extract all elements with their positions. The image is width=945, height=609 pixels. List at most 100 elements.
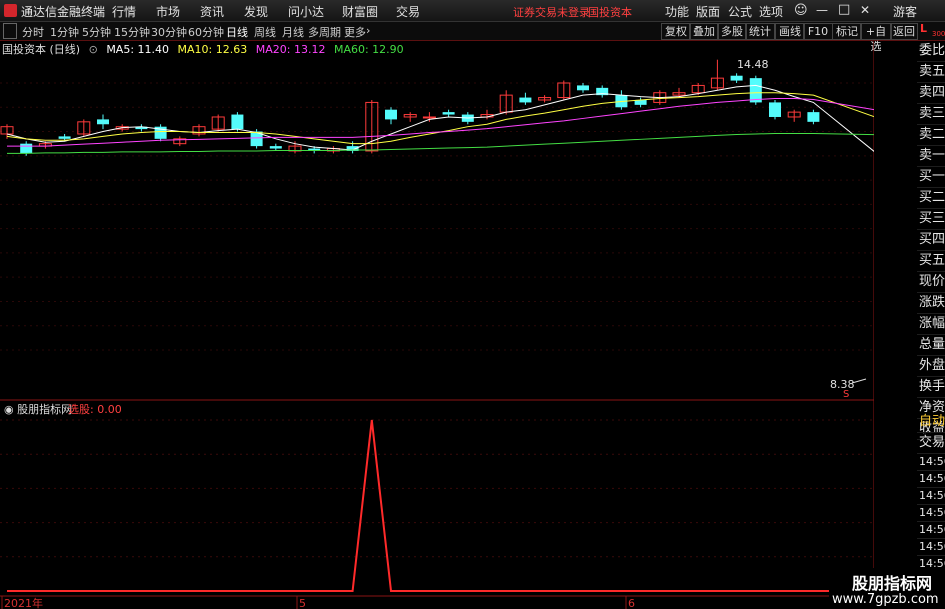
indicator-line — [7, 419, 874, 592]
menu-trade[interactable]: 交易 — [396, 3, 420, 20]
candle-body — [730, 75, 743, 81]
quote-field: 卖五 — [917, 62, 945, 83]
quote-field: 外盘 — [917, 356, 945, 377]
adjust-button[interactable]: 复权 — [661, 23, 691, 40]
trade-field[interactable]: 自动 — [917, 412, 945, 433]
watermark-title: 股朋指标网 — [852, 574, 933, 593]
candle-body — [422, 116, 436, 119]
statistics-button[interactable]: 统计 — [745, 23, 775, 40]
minimize-icon[interactable]: — — [816, 3, 828, 17]
quote-field: 买四 — [917, 230, 945, 251]
period-30min[interactable]: 30分钟 — [151, 24, 187, 40]
ma60-line — [7, 132, 874, 154]
maximize-icon[interactable]: □ — [838, 2, 850, 17]
menu-market[interactable]: 市场 — [156, 3, 180, 20]
period-5min[interactable]: 5分钟 — [82, 24, 111, 40]
candle-body — [807, 112, 820, 122]
candle-body — [58, 136, 71, 139]
multi-stock-button[interactable]: 多股 — [717, 23, 747, 40]
quote-field: 委比 — [917, 41, 945, 62]
menu-discover[interactable]: 发现 — [244, 3, 268, 20]
candle-body — [519, 97, 532, 103]
side-number: 300 — [932, 30, 945, 38]
menu-function[interactable]: 功能 — [665, 3, 689, 20]
candle-body — [749, 78, 762, 103]
collapse-button[interactable] — [3, 23, 17, 39]
candle-body — [385, 109, 397, 120]
candle-body — [577, 85, 589, 91]
back-button[interactable]: 返回 — [890, 23, 918, 40]
date-label: 6 — [628, 597, 635, 609]
trade-time: 14:56 — [917, 471, 945, 488]
period-more[interactable]: 更多 — [344, 24, 366, 40]
menu-wealth[interactable]: 财富圈 — [342, 3, 378, 20]
period-monthly[interactable]: 月线 — [282, 24, 304, 40]
candle-body — [269, 146, 282, 149]
quote-field: 换手 — [917, 377, 945, 398]
candle-body — [769, 102, 781, 117]
menu-formula[interactable]: 公式 — [728, 3, 752, 20]
f10-button[interactable]: F10 — [803, 23, 833, 40]
period-60min[interactable]: 60分钟 — [188, 24, 224, 40]
side-letter: L — [920, 22, 928, 35]
trade-field[interactable]: 交易 — [917, 433, 945, 454]
quote-field: 买五 — [917, 251, 945, 272]
quote-field: 卖四 — [917, 83, 945, 104]
candle-body — [97, 119, 109, 125]
trade-time: 14:56 — [917, 522, 945, 539]
more-chevron-icon[interactable]: › — [366, 24, 370, 37]
trade-time: 14:56 — [917, 454, 945, 471]
menu-quotes[interactable]: 行情 — [112, 3, 136, 20]
period-toolbar: 分时 1分钟 5分钟 15分钟 30分钟 60分钟 日线 周线 月线 多周期 更… — [0, 22, 945, 53]
quote-field: 涨跌 — [917, 293, 945, 314]
menu-layout[interactable]: 版面 — [696, 3, 720, 20]
menu-xiaoda[interactable]: 问小达 — [288, 3, 324, 20]
high-annotation: 14.48 — [737, 58, 769, 71]
quote-field: 卖二 — [917, 125, 945, 146]
ma5-line — [6, 84, 874, 152]
date-label: 5 — [299, 597, 306, 609]
title-bar: 通达信金融终端 行情 市场 资讯 发现 问小达 财富圈 交易 证券交易未登录 国… — [0, 0, 945, 22]
quote-field: 买二 — [917, 188, 945, 209]
guest-login[interactable]: 游客 — [893, 3, 917, 20]
indicator-name: ◉ 股朋指标网 — [4, 402, 72, 416]
app-logo-icon — [4, 4, 17, 17]
candle-body — [20, 143, 33, 154]
quote-field: 现价 — [917, 272, 945, 293]
date-label: 2021年 — [4, 596, 43, 609]
period-daily[interactable]: 日线 — [226, 24, 248, 40]
trade-panel: 自动 交易 — [917, 412, 945, 454]
quote-field: 总量 — [917, 335, 945, 356]
quote-field: 买一 — [917, 167, 945, 188]
quote-field: 买三 — [917, 209, 945, 230]
quote-field: 涨幅 — [917, 314, 945, 335]
quote-field: 卖一 — [917, 146, 945, 167]
period-intraday[interactable]: 分时 — [22, 24, 44, 40]
trade-time: 14:56 — [917, 488, 945, 505]
draw-line-button[interactable]: 画线 — [775, 23, 805, 40]
app-title: 通达信金融终端 — [21, 5, 106, 19]
period-15min[interactable]: 15分钟 — [114, 24, 150, 40]
watermark-url: www.7gpzb.com — [832, 592, 939, 607]
candle-body — [231, 114, 244, 130]
trade-time: 14:56 — [917, 539, 945, 556]
account-name: 国投资本 — [588, 6, 632, 19]
kline-chart[interactable]: 14.0013.5013.0012.5012.0011.5011.0010.50… — [0, 41, 874, 609]
indicator-param: 选股: 0.00 — [68, 403, 122, 416]
overlay-button[interactable]: 叠加 — [689, 23, 719, 40]
sell-signal-mark: S — [843, 389, 849, 400]
menu-options[interactable]: 选项 — [759, 3, 783, 20]
quote-panel: 委比 卖五 卖四 卖三 卖二 卖一 买一 买二 买三 买四 买五 现价 涨跌 涨幅 总量 外盘 换手 净资 收益 — [917, 41, 945, 440]
period-1min[interactable]: 1分钟 — [50, 24, 79, 40]
close-icon[interactable]: ✕ — [860, 3, 870, 17]
period-weekly[interactable]: 周线 — [254, 24, 276, 40]
add-favorite-button[interactable]: +自选 — [860, 23, 892, 53]
login-status[interactable]: 证券交易未登录 — [513, 4, 590, 20]
support-icon[interactable]: ☺ — [794, 3, 808, 18]
menu-news[interactable]: 资讯 — [200, 3, 224, 20]
period-multi[interactable]: 多周期 — [308, 24, 341, 40]
mark-button[interactable]: 标记 — [832, 23, 862, 40]
trade-time: 14:56 — [917, 505, 945, 522]
quote-field: 卖三 — [917, 104, 945, 125]
candle-body — [442, 112, 455, 115]
